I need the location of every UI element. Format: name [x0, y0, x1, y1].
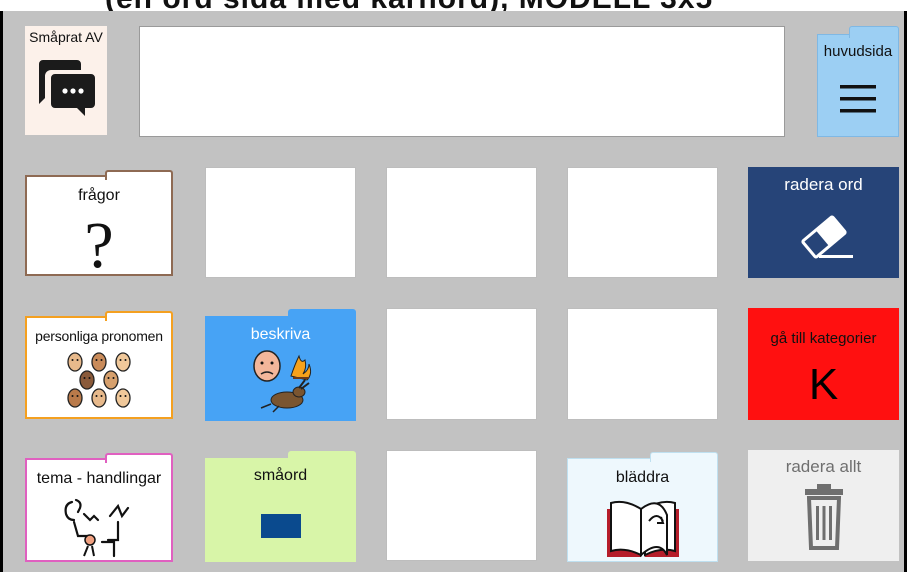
smaprat-button[interactable]: Småprat AV	[25, 26, 107, 135]
folder-tab	[650, 452, 718, 462]
question-mark-icon: ?	[27, 209, 171, 273]
tema-handlingar-label: tema - handlingar	[36, 470, 162, 487]
empty-cell[interactable]	[386, 450, 537, 561]
empty-cell[interactable]	[567, 308, 718, 420]
empty-cell[interactable]	[386, 167, 537, 278]
left-border	[0, 11, 3, 572]
bladdra-button[interactable]: bläddra	[567, 452, 718, 562]
people-faces-icon	[27, 348, 171, 412]
beskriva-button[interactable]: beskriva	[205, 309, 356, 421]
hamburger-menu-icon	[818, 81, 898, 117]
fragor-button[interactable]: frågor ?	[25, 170, 173, 276]
bladdra-label: bläddra	[615, 469, 670, 486]
empty-cell[interactable]	[205, 167, 356, 278]
chat-bubbles-icon	[25, 56, 107, 116]
k-letter-icon: K	[808, 360, 839, 409]
open-book-icon	[568, 495, 717, 561]
smaprat-label: Småprat AV	[29, 29, 103, 45]
folder-tab	[288, 451, 356, 461]
radera-ord-label: radera ord	[784, 175, 863, 194]
fragor-label: frågor	[78, 187, 120, 204]
trash-can-icon	[748, 482, 899, 550]
svg-text:?: ?	[84, 209, 113, 273]
header-title-fragment: (en ord sida med kärnord), MODELL 3x5	[0, 0, 907, 11]
personliga-pronomen-label: personliga pronomen	[35, 328, 163, 344]
describe-face-fire-rabbit-icon	[205, 348, 356, 414]
radera-ord-button[interactable]: radera ord	[748, 167, 899, 278]
ga-till-kategorier-button[interactable]: gå till kategorier K	[748, 308, 899, 420]
huvudsida-label: huvudsida	[823, 43, 893, 60]
ga-till-kategorier-label: gå till kategorier	[770, 330, 877, 347]
actions-figures-icon	[27, 494, 171, 560]
folder-tab	[105, 311, 173, 321]
header-title-text: (en ord sida med kärnord), MODELL 3x5	[105, 0, 713, 11]
folder-tab	[105, 453, 173, 463]
smaord-label: småord	[253, 467, 308, 484]
tema-handlingar-button[interactable]: tema - handlingar	[25, 453, 173, 562]
huvudsida-button[interactable]: huvudsida	[817, 26, 899, 137]
beskriva-label: beskriva	[250, 326, 311, 343]
eraser-icon	[748, 207, 899, 267]
blue-rectangle-icon	[205, 514, 356, 538]
folder-tab	[849, 26, 899, 38]
personliga-pronomen-button[interactable]: personliga pronomen	[25, 311, 173, 419]
empty-cell[interactable]	[386, 308, 537, 420]
radera-allt-label: radera allt	[785, 457, 862, 476]
empty-cell[interactable]	[567, 167, 718, 278]
message-bar[interactable]	[139, 26, 785, 137]
folder-tab	[288, 309, 356, 319]
folder-tab	[105, 170, 173, 180]
radera-allt-button[interactable]: radera allt	[748, 450, 899, 561]
smaord-button[interactable]: småord	[205, 451, 356, 562]
